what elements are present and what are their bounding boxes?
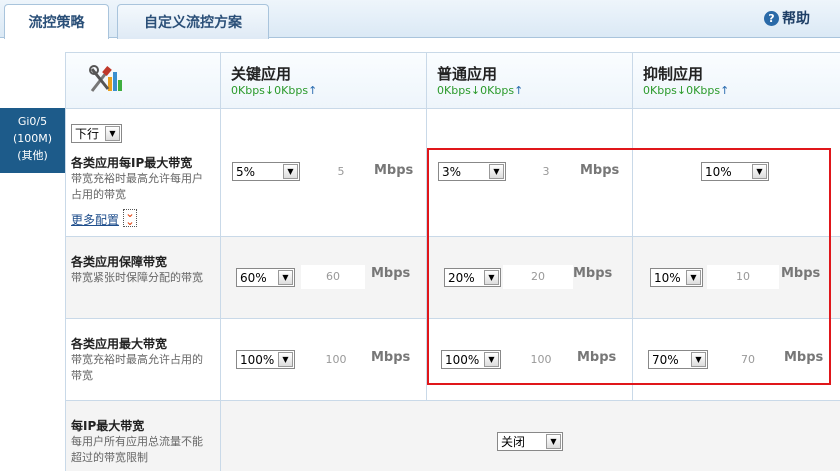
more-config-link[interactable]: 更多配置 <box>71 211 119 228</box>
unit-label: Mbps <box>371 350 411 365</box>
chevron-down-icon: ▼ <box>283 164 298 179</box>
percent-select[interactable]: 100% ▼ <box>236 350 295 369</box>
select-value: 100% <box>240 352 275 367</box>
cell-per-ip-key: 5% ▼ 5 Mbps <box>221 109 427 237</box>
select-value: 下行 <box>75 127 100 141</box>
port-type: (其他) <box>17 149 48 162</box>
percent-select[interactable]: 60% ▼ <box>236 268 295 287</box>
double-chevron-down-icon[interactable]: ⌄ ⌄ <box>123 208 137 227</box>
percent-select[interactable]: 5% ▼ <box>232 162 300 181</box>
flow-control-page: 流控策略 自定义流控方案 ? 帮助 Gi0/5 (100M) (其他) 关键应用… <box>0 0 840 471</box>
row-label-guarantee: 各类应用保障带宽 带宽紧张时保障分配的带宽 <box>66 237 221 319</box>
chevron-down-icon: ▼ <box>278 270 293 285</box>
tab-flow-policy[interactable]: 流控策略 <box>4 4 109 39</box>
traffic-down: 0Kbps <box>231 84 265 97</box>
row-desc: 带宽充裕时最高允许每用户占用的带宽 <box>71 172 203 201</box>
port-speed: (100M) <box>12 132 53 145</box>
help-label: 帮助 <box>782 11 810 27</box>
traffic-down: 0Kbps <box>437 84 471 97</box>
cell-ip-max: 关闭 ▼ <box>221 401 840 471</box>
header-icon-cell <box>66 53 221 109</box>
column-normal-app: 普通应用 0Kbps↓0Kbps↑ <box>427 53 633 109</box>
traffic-up: 0Kbps <box>686 84 721 97</box>
select-value: 关闭 <box>501 435 526 449</box>
row-title: 各类应用保障带宽 <box>71 255 168 269</box>
traffic-up: 0Kbps <box>480 84 515 97</box>
row-label-ip-max: 每IP最大带宽 每用户所有应用总流量不能超过的带宽限制 <box>66 401 221 471</box>
column-title: 关键应用 <box>231 65 292 83</box>
column-limit-app: 抑制应用 0Kbps↓0Kbps↑ <box>633 53 840 109</box>
row-label-per-ip: 下行 ▼ 各类应用每IP最大带宽 带宽充裕时最高允许每用户占用的带宽 更多配置 ⌄… <box>66 109 221 237</box>
row-desc: 带宽充裕时最高允许占用的带宽 <box>71 353 203 382</box>
row-title: 每IP最大带宽 <box>71 419 145 433</box>
column-traffic: 0Kbps↓0Kbps↑ <box>643 84 730 97</box>
tab-bar: 流控策略 自定义流控方案 ? 帮助 <box>0 0 840 39</box>
chevron-down-icon: ▼ <box>278 352 293 367</box>
chevron-down-icon: ▼ <box>546 434 561 449</box>
column-title: 普通应用 <box>437 65 498 83</box>
column-traffic: 0Kbps↓0Kbps↑ <box>437 84 524 97</box>
cell-guarantee-key: 60% ▼ 60 Mbps <box>221 237 427 319</box>
ip-max-select[interactable]: 关闭 ▼ <box>497 432 563 451</box>
direction-select[interactable]: 下行 ▼ <box>71 124 122 143</box>
tab-custom-scheme[interactable]: 自定义流控方案 <box>117 4 269 39</box>
help-icon: ? <box>764 10 779 26</box>
select-value: 60% <box>240 270 267 285</box>
unit-label: Mbps <box>371 266 411 281</box>
port-label[interactable]: Gi0/5 (100M) (其他) <box>0 108 65 173</box>
highlight-box <box>427 148 831 385</box>
bandwidth-input[interactable]: 60 <box>301 265 365 289</box>
unit-label: Mbps <box>374 163 414 178</box>
row-desc: 每用户所有应用总流量不能超过的带宽限制 <box>71 435 203 464</box>
cell-max-key: 100% ▼ 100 Mbps <box>221 319 427 401</box>
column-title: 抑制应用 <box>643 65 704 83</box>
column-key-app: 关键应用 0Kbps↓0Kbps↑ <box>221 53 427 109</box>
bandwidth-value: 100 <box>325 353 347 366</box>
row-desc: 带宽紧张时保障分配的带宽 <box>71 271 203 284</box>
row-title: 各类应用每IP最大带宽 <box>71 156 193 170</box>
traffic-down: 0Kbps <box>643 84 677 97</box>
tools-chart-icon <box>89 65 122 92</box>
row-title: 各类应用最大带宽 <box>71 337 168 351</box>
bandwidth-value: 60 <box>326 270 340 283</box>
port-name: Gi0/5 <box>17 115 48 128</box>
column-traffic: 0Kbps↓0Kbps↑ <box>231 84 318 97</box>
select-value: 5% <box>236 164 256 179</box>
row-label-max: 各类应用最大带宽 带宽充裕时最高允许占用的带宽 <box>66 319 221 401</box>
help-link[interactable]: ? 帮助 <box>764 8 810 28</box>
chevron-down-icon: ▼ <box>105 126 120 141</box>
bandwidth-value: 5 <box>337 165 345 178</box>
traffic-up: 0Kbps <box>274 84 309 97</box>
